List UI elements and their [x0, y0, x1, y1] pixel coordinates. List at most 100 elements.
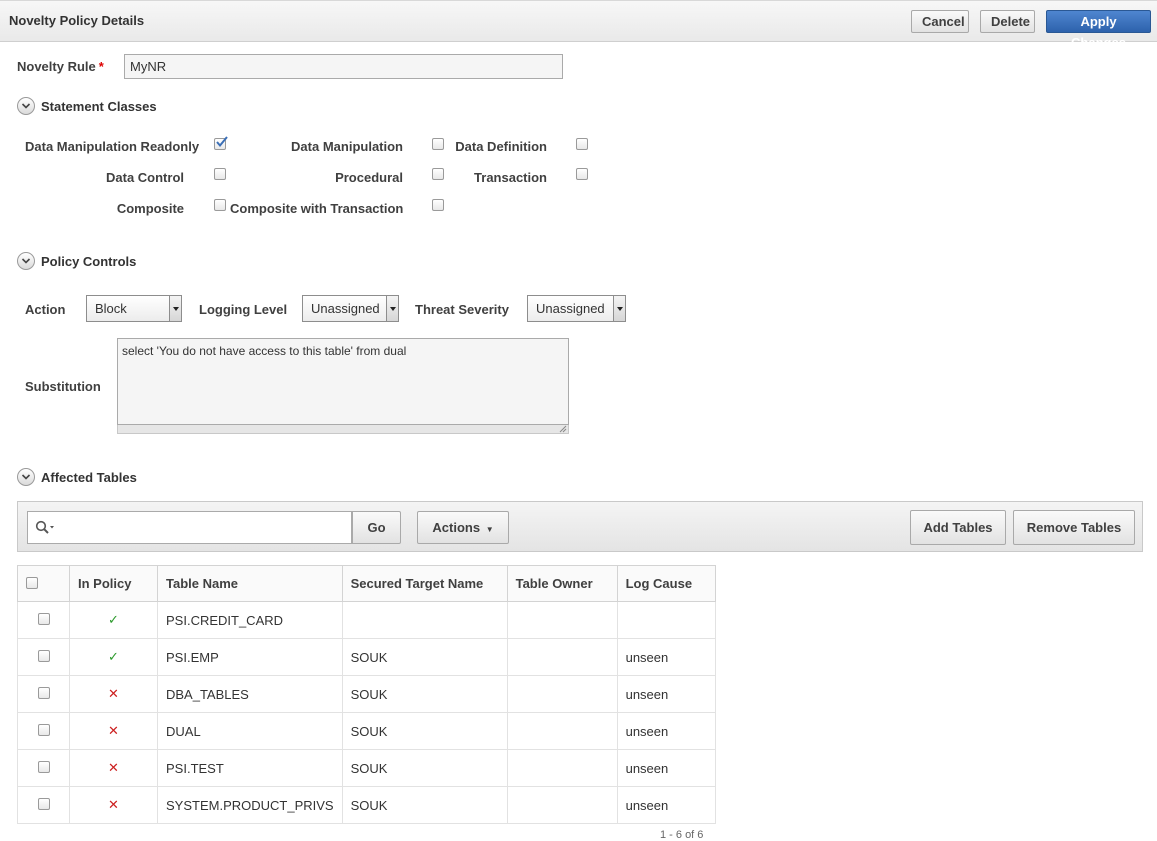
row-checkbox[interactable]: [37, 649, 50, 662]
textarea-resize-bar[interactable]: [117, 425, 569, 434]
cancel-button[interactable]: Cancel: [911, 10, 969, 33]
row-select-cell: [17, 786, 70, 824]
check-icon: ✓: [108, 649, 119, 664]
row-checkbox[interactable]: [37, 723, 50, 736]
required-marker: *: [98, 59, 104, 74]
check-icon: ✓: [108, 612, 119, 627]
row-select-cell: [17, 712, 70, 750]
log-cause-cell: unseen: [616, 638, 716, 676]
threat-severity-select[interactable]: Unassigned: [527, 295, 626, 322]
substitution-label: Substitution: [25, 379, 101, 394]
table-owner-cell: [506, 786, 618, 824]
substitution-textarea[interactable]: select 'You do not have access to this t…: [117, 338, 569, 425]
column-header-table-name[interactable]: Table Name: [157, 565, 343, 602]
in-policy-cell: ✕: [69, 712, 158, 750]
label-composite-with-transaction: Composite with Transaction: [230, 201, 404, 216]
row-select-cell: [17, 601, 70, 639]
checkbox-composite-with-transaction[interactable]: [432, 199, 444, 211]
remove-tables-button[interactable]: Remove Tables: [1013, 510, 1135, 545]
dropdown-arrow-icon: [386, 296, 398, 321]
row-checkbox[interactable]: [37, 797, 50, 810]
chevron-down-icon: [17, 97, 35, 115]
row-select-cell: [17, 749, 70, 787]
affected-tables-title: Affected Tables: [41, 469, 137, 485]
table-row: ✕ DUAL SOUK unseen: [17, 712, 716, 750]
log-cause-cell: unseen: [616, 749, 716, 787]
checkbox-procedural[interactable]: [432, 168, 444, 180]
row-checkbox[interactable]: [37, 612, 50, 625]
secured-target-cell: SOUK: [341, 638, 508, 676]
cross-icon: ✕: [108, 723, 119, 738]
caret-down-icon: ▼: [485, 525, 494, 534]
in-policy-cell: ✕: [69, 786, 158, 824]
checkbox-data-definition[interactable]: [576, 138, 588, 150]
checkmark-icon: [216, 136, 228, 148]
row-checkbox[interactable]: [37, 760, 50, 773]
search-input[interactable]: [60, 514, 346, 541]
threat-severity-label: Threat Severity: [415, 302, 509, 317]
statement-classes-header[interactable]: Statement Classes: [17, 97, 157, 115]
table-name-cell: DBA_TABLES: [157, 675, 343, 713]
in-policy-cell: ✓: [69, 601, 158, 639]
search-icon[interactable]: [35, 520, 55, 539]
search-box[interactable]: [27, 511, 352, 544]
pagination-info: 1 - 6 of 6: [660, 829, 704, 841]
label-data-control: Data Control: [106, 170, 184, 185]
actions-menu-button[interactable]: Actions ▼: [417, 511, 509, 544]
threat-severity-select-value: Unassigned: [536, 301, 605, 316]
action-select[interactable]: Block: [86, 295, 182, 322]
column-header-log-cause[interactable]: Log Cause: [616, 565, 716, 602]
table-owner-cell: [506, 749, 618, 787]
checkbox-data-manipulation[interactable]: [432, 138, 444, 150]
checkbox-data-manipulation-readonly[interactable]: [214, 136, 228, 150]
go-button[interactable]: Go: [352, 511, 401, 544]
log-cause-cell: unseen: [616, 712, 716, 750]
column-header-secured-target[interactable]: Secured Target Name: [341, 565, 508, 602]
row-select-cell: [17, 675, 70, 713]
logging-level-select[interactable]: Unassigned: [302, 295, 399, 322]
cross-icon: ✕: [108, 760, 119, 775]
delete-button[interactable]: Delete: [980, 10, 1035, 33]
affected-tables-header[interactable]: Affected Tables: [17, 468, 137, 486]
table-row: ✓ PSI.CREDIT_CARD: [17, 601, 716, 639]
checkbox-data-control[interactable]: [214, 168, 226, 180]
checkbox-composite[interactable]: [214, 199, 226, 211]
table-name-cell: PSI.CREDIT_CARD: [157, 601, 343, 639]
table-row: ✓ PSI.EMP SOUK unseen: [17, 638, 716, 676]
in-policy-cell: ✓: [69, 638, 158, 676]
table-name-cell: SYSTEM.PRODUCT_PRIVS: [157, 786, 343, 824]
in-policy-cell: ✕: [69, 749, 158, 787]
checkbox-transaction[interactable]: [576, 168, 588, 180]
secured-target-cell: SOUK: [341, 675, 508, 713]
novelty-rule-input[interactable]: MyNR: [124, 54, 563, 79]
cross-icon: ✕: [108, 797, 119, 812]
policy-controls-header[interactable]: Policy Controls: [17, 252, 136, 270]
label-procedural: Procedural: [335, 170, 403, 185]
table-row: ✕ PSI.TEST SOUK unseen: [17, 749, 716, 787]
log-cause-cell: [616, 601, 716, 639]
secured-target-cell: SOUK: [341, 786, 508, 824]
label-composite: Composite: [116, 201, 184, 216]
page-title: Novelty Policy Details: [9, 13, 145, 28]
apply-changes-button[interactable]: Apply Changes: [1046, 10, 1151, 50]
table-row: ✕ SYSTEM.PRODUCT_PRIVS SOUK unseen: [17, 786, 716, 824]
statement-classes-title: Statement Classes: [41, 98, 157, 114]
affected-tables-grid: In Policy Table Name Secured Target Name…: [17, 565, 716, 824]
secured-target-cell: SOUK: [341, 712, 508, 750]
add-tables-button[interactable]: Add Tables: [910, 510, 1006, 545]
resize-handle-icon[interactable]: [559, 425, 567, 433]
dropdown-arrow-icon: [613, 296, 625, 321]
action-select-value: Block: [95, 301, 127, 316]
novelty-rule-label: Novelty Rule *: [17, 59, 104, 74]
column-header-in-policy[interactable]: In Policy: [69, 565, 158, 602]
column-header-table-owner[interactable]: Table Owner: [506, 565, 618, 602]
actions-label: Actions: [432, 520, 481, 535]
row-checkbox[interactable]: [37, 686, 50, 699]
table-name-cell: PSI.TEST: [157, 749, 343, 787]
log-cause-cell: unseen: [616, 786, 716, 824]
table-owner-cell: [506, 601, 618, 639]
label-transaction: Transaction: [474, 170, 547, 185]
select-all-checkbox[interactable]: [26, 577, 38, 589]
novelty-rule-label-text: Novelty Rule: [17, 59, 96, 74]
log-cause-cell: unseen: [616, 675, 716, 713]
